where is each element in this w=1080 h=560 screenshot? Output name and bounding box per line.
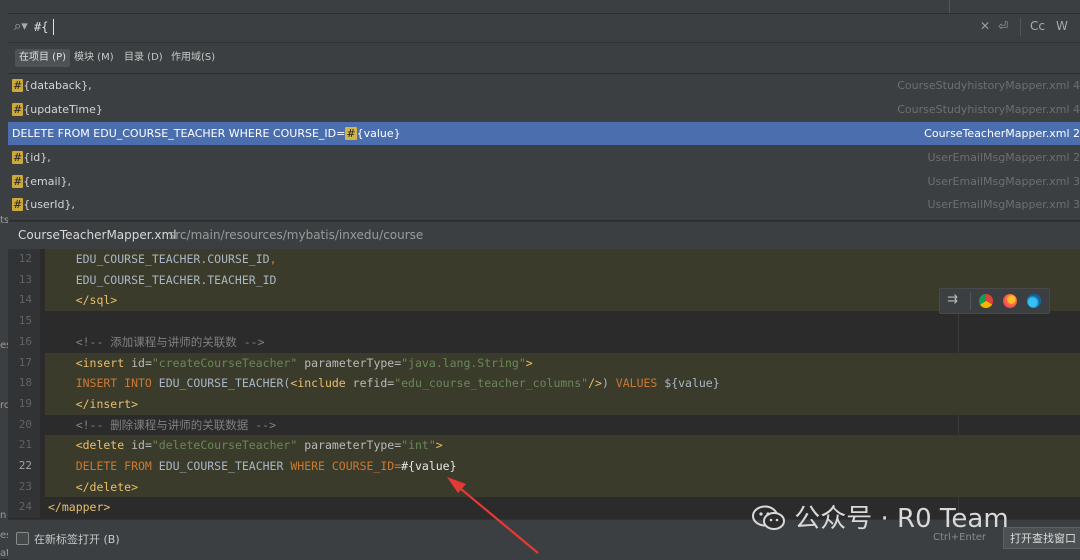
- scope-tabs: 在项目 (P) 模块 (M) 目录 (D) 作用域(S): [8, 43, 1080, 73]
- code-preview-editor[interactable]: 12 EDU_COURSE_TEACHER.COURSE_ID, 13 EDU_C…: [8, 249, 1080, 518]
- editor-tab-strip: [8, 0, 1080, 14]
- code-text: </mapper>: [48, 500, 111, 515]
- result-file: UserEmailMsgMapper.xml 3: [927, 198, 1080, 211]
- code-line: 16 <!-- 添加课程与讲师的关联数 -->: [8, 332, 1080, 353]
- line-number: 22: [18, 459, 32, 472]
- line-number: 23: [18, 479, 32, 493]
- code-line: 15: [8, 311, 1080, 332]
- code-line: 13 EDU_COURSE_TEACHER.TEACHER_ID: [8, 269, 1080, 291]
- line-number: 18: [18, 376, 32, 390]
- preview-header: CourseTeacherMapper.xml src/main/resourc…: [8, 221, 1080, 250]
- code-text: <!-- 删除课程与讲师的关联数据 -->: [48, 417, 277, 432]
- result-file: CourseTeacherMapper.xml 2: [924, 127, 1080, 140]
- result-file: UserEmailMsgMapper.xml 3: [927, 175, 1080, 188]
- tab-module[interactable]: 模块 (M): [70, 49, 118, 67]
- match-case-toggle[interactable]: Cc: [1030, 19, 1045, 33]
- code-text: INSERT INTO EDU_COURSE_TEACHER(<include …: [48, 376, 720, 391]
- open-in-new-tab-label: 在新标签打开 (B): [34, 533, 120, 546]
- find-in-path-search-bar: ⌕▾ ✕ ⏎ Cc W: [8, 14, 1080, 43]
- open-in-new-tab-checkbox[interactable]: [16, 532, 29, 545]
- tab-in-project[interactable]: 在项目 (P): [15, 49, 71, 67]
- code-text: </insert>: [48, 396, 139, 411]
- line-number: 15: [18, 314, 32, 328]
- line-number: 20: [18, 417, 32, 431]
- preview-file-path: src/main/resources/mybatis/inxedu/course: [169, 228, 424, 242]
- code-line: 22 DELETE FROM EDU_COURSE_TEACHER WHERE …: [8, 456, 1080, 477]
- wechat-icon: [752, 505, 785, 530]
- tab-directory[interactable]: 目录 (D): [120, 49, 167, 67]
- code-text: EDU_COURSE_TEACHER.TEACHER_ID: [48, 272, 277, 287]
- result-row[interactable]: #{updateTime} CourseStudyhistoryMapper.xm…: [8, 98, 1080, 121]
- line-number: 17: [18, 355, 32, 369]
- line-number: 16: [18, 334, 32, 348]
- code-line: 12 EDU_COURSE_TEACHER.COURSE_ID,: [8, 249, 1080, 270]
- line-number: 19: [18, 396, 32, 410]
- code-line: 21 <delete id="deleteCourseTeacher" para…: [8, 435, 1080, 456]
- tab-scope[interactable]: 作用域(S): [167, 49, 219, 67]
- code-text: </delete>: [48, 479, 139, 494]
- line-number: 13: [18, 272, 32, 286]
- code-text: <insert id="createCourseTeacher" paramet…: [48, 355, 533, 370]
- open-find-window-button[interactable]: 打开查找窗口: [1003, 527, 1080, 549]
- search-input[interactable]: [34, 17, 934, 37]
- preview-file-name: CourseTeacherMapper.xml: [18, 228, 177, 242]
- line-number: 24: [18, 500, 32, 514]
- search-results-list: #{databack}, CourseStudyhistoryMapper.xml…: [8, 74, 1080, 220]
- result-row[interactable]: #{userId}, UserEmailMsgMapper.xml 3: [8, 193, 1080, 216]
- whole-words-toggle[interactable]: W: [1056, 19, 1068, 33]
- code-text: </sql>: [48, 293, 118, 308]
- code-line: 14 </sql>: [8, 290, 1080, 312]
- word-wrap-icon[interactable]: ⇉: [947, 292, 958, 307]
- code-text: <!-- 添加课程与讲师的关联数 -->: [48, 334, 265, 349]
- result-file: CourseStudyhistoryMapper.xml 4: [897, 103, 1080, 116]
- code-line: 19 </insert>: [8, 393, 1080, 415]
- code-line: 23 </delete>: [8, 476, 1080, 498]
- browser-preview-popup: ⇉: [939, 288, 1050, 314]
- code-text: EDU_COURSE_TEACHER.COURSE_ID,: [48, 252, 277, 266]
- result-file: CourseStudyhistoryMapper.xml 4: [897, 79, 1080, 92]
- chrome-icon[interactable]: [979, 294, 993, 308]
- result-row[interactable]: #{email}, UserEmailMsgMapper.xml 3: [8, 170, 1080, 193]
- line-number: 14: [18, 293, 32, 307]
- edge-icon[interactable]: [1027, 294, 1041, 308]
- result-file: UserEmailMsgMapper.xml 2: [927, 151, 1080, 164]
- firefox-icon[interactable]: [1003, 294, 1017, 308]
- code-line: 18 INSERT INTO EDU_COURSE_TEACHER(<inclu…: [8, 373, 1080, 394]
- result-row[interactable]: #{id}, UserEmailMsgMapper.xml 2: [8, 146, 1080, 169]
- code-text: DELETE FROM EDU_COURSE_TEACHER WHERE COU…: [48, 459, 457, 473]
- line-number: 21: [18, 438, 32, 452]
- line-number: 12: [18, 252, 32, 265]
- wechat-watermark: 公众号 · R0 Team: [752, 498, 1009, 535]
- newline-icon[interactable]: ⏎: [998, 19, 1008, 33]
- watermark-text: 公众号 · R0 Team: [794, 504, 1009, 534]
- result-row-selected[interactable]: DELETE FROM EDU_COURSE_TEACHER WHERE COU…: [8, 122, 1080, 145]
- search-icon[interactable]: ⌕▾: [14, 19, 28, 34]
- code-line: 17 <insert id="createCourseTeacher" para…: [8, 352, 1080, 374]
- code-text: <delete id="deleteCourseTeacher" paramet…: [48, 438, 443, 453]
- code-line: 20 <!-- 删除课程与讲师的关联数据 -->: [8, 415, 1080, 436]
- result-row[interactable]: #{databack}, CourseStudyhistoryMapper.xml…: [8, 74, 1080, 97]
- clear-icon[interactable]: ✕: [980, 19, 990, 33]
- text-cursor: [53, 19, 54, 35]
